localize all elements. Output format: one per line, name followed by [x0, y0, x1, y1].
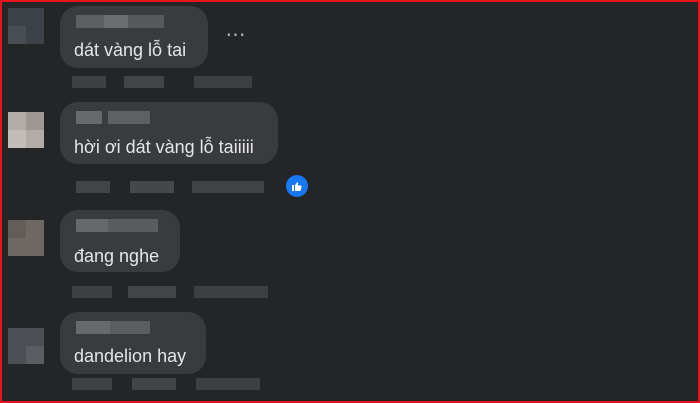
comment-text: đang nghe: [74, 246, 160, 266]
comment-bubble: dát vàng lỗ tai: [60, 6, 208, 68]
comment-text: dát vàng lỗ tai: [74, 40, 187, 60]
comment-section: dát vàng lỗ tai ⋯ hời ơi dát vàng lỗ tai…: [0, 0, 700, 403]
comment-bubble: hời ơi dát vàng lỗ taiiiii: [60, 102, 278, 164]
comment-text: dandelion hay: [74, 346, 187, 366]
comment-bubble: dandelion hay: [60, 312, 206, 374]
more-options-icon[interactable]: ⋯: [224, 25, 248, 48]
like-reaction-icon[interactable]: [286, 175, 308, 197]
avatar[interactable]: [8, 112, 44, 148]
avatar[interactable]: [8, 328, 44, 364]
comment-text: hời ơi dát vàng lỗ taiiiii: [74, 137, 254, 157]
avatar[interactable]: [8, 8, 44, 44]
avatar[interactable]: [8, 220, 44, 256]
comment-bubble: đang nghe: [60, 210, 180, 272]
